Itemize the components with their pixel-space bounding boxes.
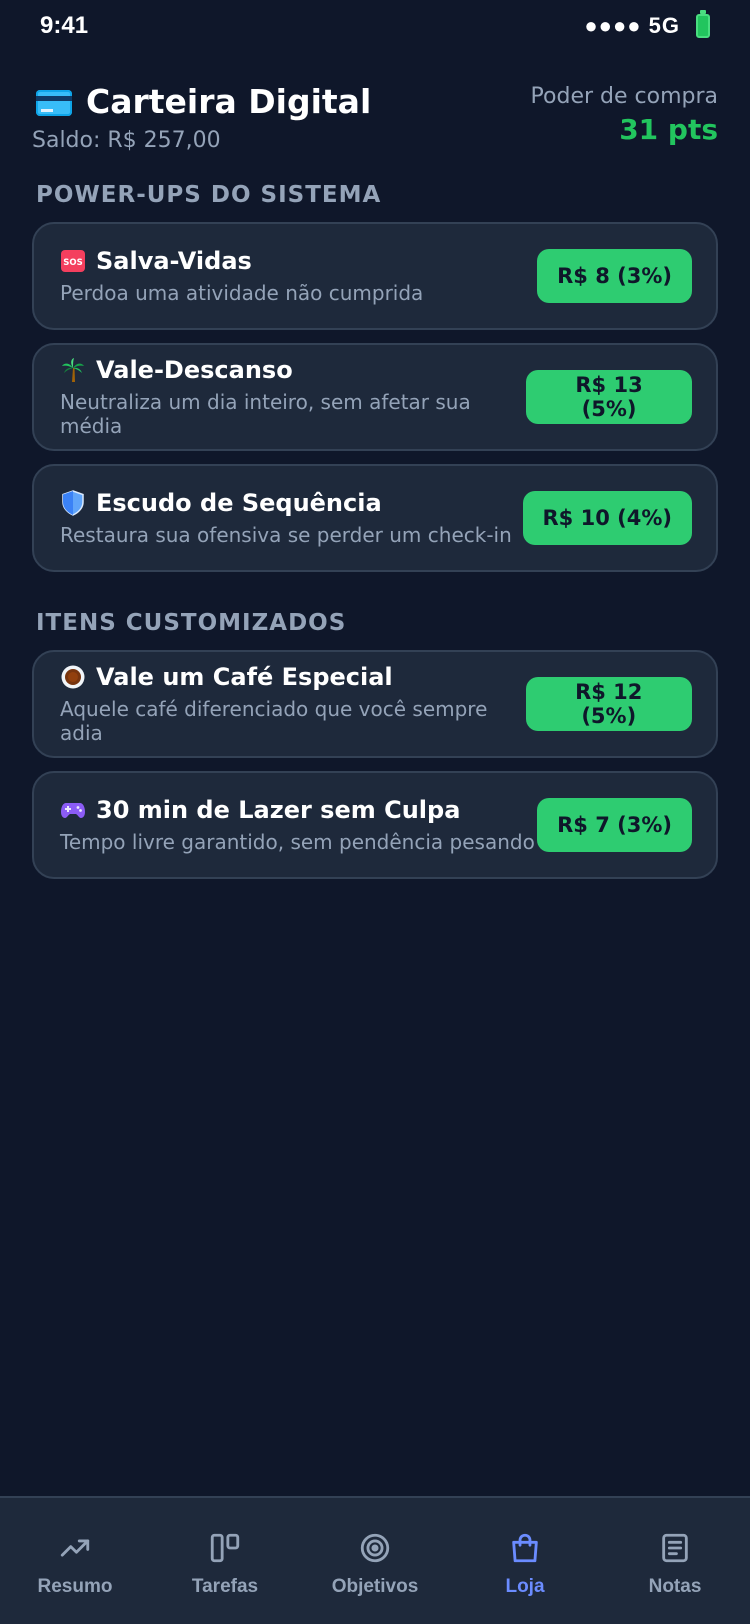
wallet-balance: Saldo: R$ 257,00: [32, 128, 221, 153]
target-icon: [357, 1530, 393, 1566]
nav-label: Resumo: [37, 1576, 113, 1597]
store-screen: 9:41 ●●●● 5G Carteira Digital Saldo: R$ …: [0, 0, 750, 1624]
store-item-text: SOS Salva-Vidas Perdoa uma atividade não…: [60, 247, 423, 305]
nav-label: Objetivos: [331, 1576, 419, 1597]
nav-item-tarefas[interactable]: Tarefas: [150, 1530, 300, 1598]
buy-button[interactable]: R$ 12 (5%): [525, 677, 692, 731]
section-title-powerups: POWER-UPS DO SISTEMA: [36, 182, 382, 208]
store-item-lazer: 30 min de Lazer sem Culpa Tempo livre ga…: [32, 771, 718, 879]
store-item-text: Escudo de Sequência Restaura sua ofensiv…: [60, 489, 512, 547]
store-item-description: Aquele café diferenciado que você sempre…: [60, 697, 488, 745]
nav-item-notas[interactable]: Notas: [600, 1530, 750, 1598]
store-item-vale-descanso: Vale-Descanso Neutraliza um dia inteiro,…: [32, 343, 718, 451]
nav-label: Tarefas: [191, 1576, 259, 1597]
sos-icon: SOS: [60, 248, 86, 274]
purchasing-power: Poder de compra 31 pts: [531, 84, 718, 146]
battery-icon: [696, 10, 710, 38]
store-item-description: Neutraliza um dia inteiro, sem afetar su…: [60, 390, 471, 438]
page-title: Carteira Digital: [86, 81, 372, 121]
svg-text:SOS: SOS: [63, 258, 82, 268]
store-item-text: Vale-Descanso Neutraliza um dia inteiro,…: [60, 356, 526, 438]
store-item-title-row: SOS Salva-Vidas: [60, 247, 423, 275]
store-item-text: Vale um Café Especial Aquele café difere…: [60, 663, 526, 745]
credit-card-icon: [36, 90, 72, 116]
store-item-title-row: 30 min de Lazer sem Culpa: [60, 796, 535, 824]
store-item-title-row: Vale-Descanso: [60, 356, 526, 384]
nav-label: Notas: [648, 1576, 702, 1597]
purchasing-power-label: Poder de compra: [530, 84, 718, 109]
wallet-title-row: Carteira Digital: [32, 78, 371, 124]
store-item-name: 30 min de Lazer sem Culpa: [96, 796, 461, 824]
palm-tree-icon: [60, 357, 86, 383]
wallet-header: Carteira Digital Saldo: R$ 257,00 Poder …: [32, 78, 718, 158]
store-item-name: Salva-Vidas: [96, 247, 252, 275]
buy-button[interactable]: R$ 13 (5%): [526, 370, 692, 424]
status-time: 9:41: [40, 12, 89, 39]
nav-item-loja[interactable]: Loja: [450, 1530, 600, 1598]
store-item-cafe: Vale um Café Especial Aquele café difere…: [32, 650, 718, 758]
store-item-salva-vidas: SOS Salva-Vidas Perdoa uma atividade não…: [32, 222, 718, 330]
gamepad-icon: [60, 797, 86, 823]
store-item-title-row: Escudo de Sequência: [60, 489, 512, 517]
store-item-title-row: Vale um Café Especial: [60, 663, 526, 691]
store-item-name: Escudo de Sequência: [96, 489, 382, 517]
store-item-text: 30 min de Lazer sem Culpa Tempo livre ga…: [60, 796, 535, 854]
nav-item-objetivos[interactable]: Objetivos: [300, 1530, 450, 1598]
purchasing-power-value: 31 pts: [619, 113, 718, 146]
status-indicators: ●●●● 5G: [584, 10, 710, 39]
signal-indicator: ●●●● 5G: [584, 13, 680, 38]
store-item-description: Tempo livre garantido, sem pendência pes…: [60, 830, 535, 854]
store-item-description: Perdoa uma atividade não cumprida: [60, 281, 424, 305]
buy-button[interactable]: R$ 8 (3%): [537, 249, 692, 303]
store-item-name: Vale um Café Especial: [96, 663, 393, 691]
bottom-nav: Resumo Tarefas Objetivos Loja Notas: [0, 1496, 750, 1624]
nav-label: Loja: [505, 1576, 545, 1597]
buy-button[interactable]: R$ 10 (4%): [522, 491, 692, 545]
shield-icon: [60, 490, 86, 516]
nav-item-resumo[interactable]: Resumo: [0, 1530, 150, 1598]
store-item-name: Vale-Descanso: [96, 356, 293, 384]
trending-up-icon: [57, 1530, 93, 1566]
notes-icon: [657, 1530, 693, 1566]
wallet-info: Carteira Digital Saldo: R$ 257,00: [32, 78, 371, 154]
buy-button[interactable]: R$ 7 (3%): [537, 798, 692, 852]
section-title-custom: ITENS CUSTOMIZADOS: [36, 610, 347, 636]
store-item-description: Restaura sua ofensiva se perder um check…: [60, 523, 512, 547]
shopping-bag-icon: [507, 1530, 543, 1566]
status-bar: 9:41 ●●●● 5G: [0, 0, 750, 52]
store-item-escudo: Escudo de Sequência Restaura sua ofensiv…: [32, 464, 718, 572]
kanban-icon: [207, 1530, 243, 1566]
coffee-icon: [60, 664, 86, 690]
